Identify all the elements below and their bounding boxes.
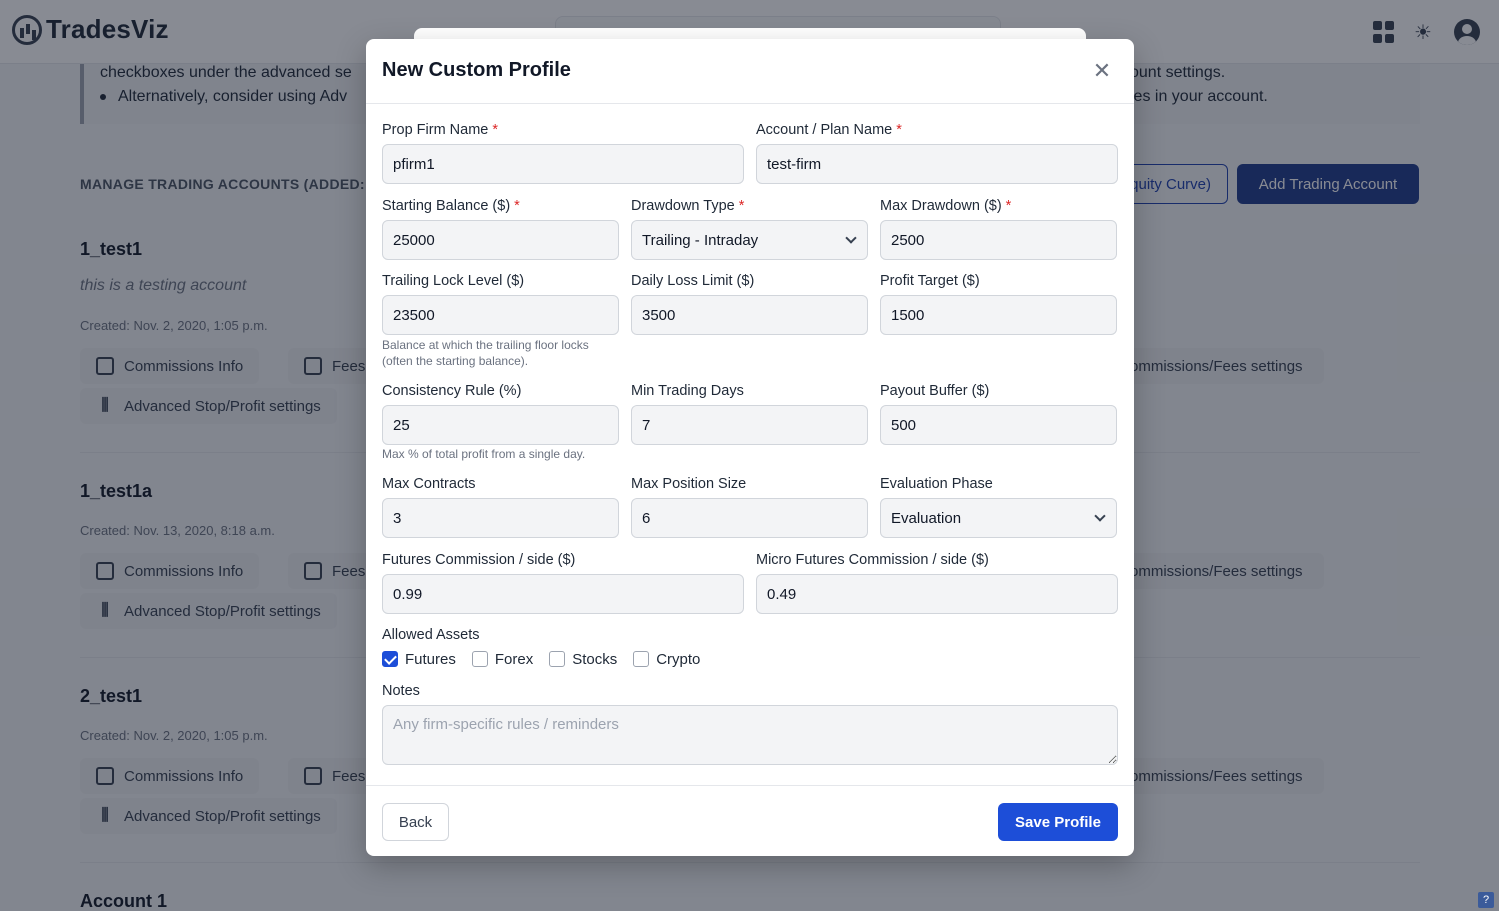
daily-loss-limit-label: Daily Loss Limit ($) — [631, 273, 755, 289]
modal-footer: Back Save Profile — [366, 785, 1134, 856]
chevron-down-icon — [1094, 510, 1106, 522]
futures-commission-input[interactable] — [382, 574, 744, 614]
modal-header: New Custom Profile ✕ — [366, 39, 1134, 104]
min-trading-days-input[interactable] — [631, 405, 868, 445]
max-drawdown-input[interactable] — [880, 220, 1117, 260]
checkbox-icon — [471, 651, 488, 667]
profit-target-input[interactable] — [880, 295, 1117, 335]
evaluation-phase-select[interactable]: Evaluation — [880, 498, 1117, 538]
max-drawdown-label: Max Drawdown ($) * — [880, 198, 1012, 214]
asset-stocks-checkbox[interactable]: Stocks — [549, 651, 617, 668]
trailing-lock-level-help: Balance at which the trailing floor lock… — [382, 338, 589, 368]
account-plan-name-input[interactable] — [756, 144, 1118, 184]
allowed-assets-group: Futures Forex Stocks Crypto — [382, 650, 716, 668]
starting-balance-label: Starting Balance ($) * — [382, 198, 520, 214]
new-custom-profile-modal: New Custom Profile ✕ Prop Firm Name* Acc… — [366, 39, 1134, 856]
save-profile-button[interactable]: Save Profile — [998, 803, 1118, 841]
allowed-assets-label: Allowed Assets — [382, 627, 480, 643]
consistency-rule-input[interactable] — [382, 405, 619, 445]
checkbox-icon — [633, 651, 650, 667]
min-trading-days-label: Min Trading Days — [631, 383, 744, 399]
notes-label: Notes — [382, 683, 420, 699]
payout-buffer-label: Payout Buffer ($) — [880, 383, 990, 399]
profit-target-label: Profit Target ($) — [880, 273, 980, 289]
checkbox-icon — [549, 651, 566, 667]
checkbox-checked-icon — [382, 651, 398, 667]
prop-firm-name-input[interactable] — [382, 144, 744, 184]
trailing-lock-level-input[interactable] — [382, 295, 619, 335]
payout-buffer-input[interactable] — [880, 405, 1117, 445]
micro-futures-commission-label: Micro Futures Commission / side ($) — [756, 552, 989, 568]
trailing-lock-level-label: Trailing Lock Level ($) — [382, 273, 525, 289]
account-plan-name-label: Account / Plan Name * — [756, 122, 902, 138]
back-button[interactable]: Back — [382, 803, 449, 841]
chevron-down-icon — [845, 232, 857, 244]
starting-balance-input[interactable] — [382, 220, 619, 260]
prop-firm-name-label: Prop Firm Name * — [382, 122, 499, 138]
asset-crypto-checkbox[interactable]: Crypto — [633, 651, 700, 668]
drawdown-type-select[interactable]: Trailing - Intraday — [631, 220, 868, 260]
consistency-rule-help: Max % of total profit from a single day. — [382, 447, 586, 461]
asset-futures-checkbox[interactable]: Futures — [382, 651, 456, 668]
micro-futures-commission-input[interactable] — [756, 574, 1118, 614]
max-contracts-input[interactable] — [382, 498, 619, 538]
futures-commission-label: Futures Commission / side ($) — [382, 552, 576, 568]
daily-loss-limit-input[interactable] — [631, 295, 868, 335]
evaluation-phase-label: Evaluation Phase — [880, 476, 993, 492]
notes-textarea[interactable] — [382, 705, 1118, 765]
max-contracts-label: Max Contracts — [382, 476, 476, 492]
asset-forex-checkbox[interactable]: Forex — [471, 651, 533, 668]
help-badge[interactable]: ? — [1478, 892, 1494, 908]
modal-title: New Custom Profile — [382, 59, 571, 81]
close-icon[interactable]: ✕ — [1092, 59, 1112, 83]
max-position-size-label: Max Position Size — [631, 476, 747, 492]
max-position-size-input[interactable] — [631, 498, 868, 538]
consistency-rule-label: Consistency Rule (%) — [382, 383, 522, 399]
drawdown-type-label: Drawdown Type * — [631, 198, 745, 214]
